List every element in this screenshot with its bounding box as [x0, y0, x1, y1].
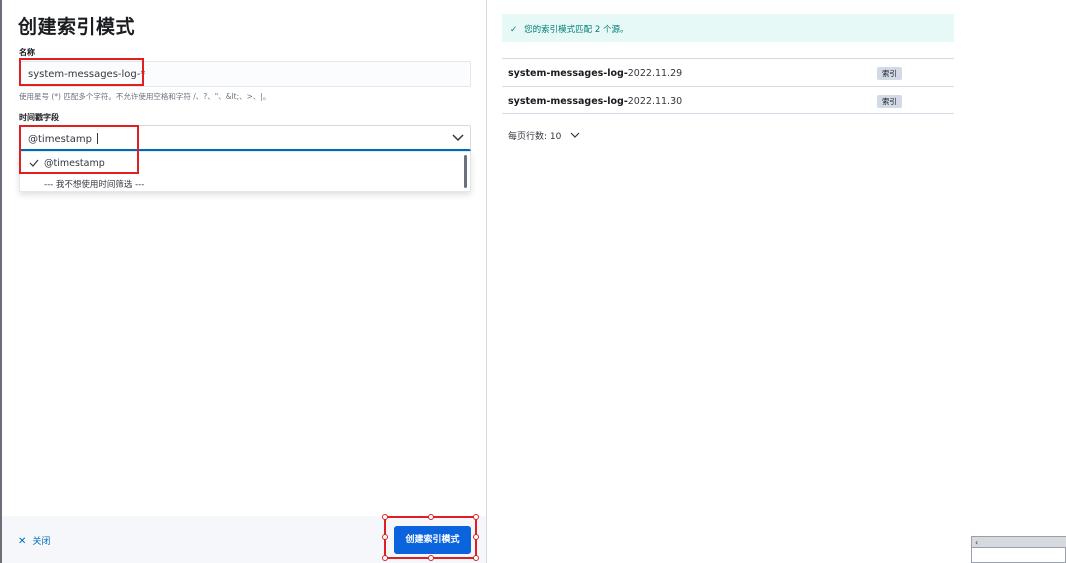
annotation-box-timestamp [19, 125, 139, 174]
close-button[interactable]: ✕ 关闭 [18, 534, 50, 547]
annotation-box-create [382, 514, 479, 561]
name-help-text: 使用星号 (*) 匹配多个字符。不允许使用空格和字符 /、?、"、&lt;、>、… [19, 92, 271, 101]
annotation-handle [473, 555, 479, 561]
arrow-left-icon[interactable]: ‹ [975, 537, 978, 548]
annotation-handle [382, 555, 388, 561]
close-icon: ✕ [18, 536, 27, 547]
close-label: 关闭 [32, 537, 51, 547]
annotation-handle [473, 534, 479, 540]
check-icon: ✓ [510, 25, 518, 35]
panel-divider [486, 0, 487, 563]
annotation-handle [473, 514, 479, 520]
source-name-match: system-messages-log- [508, 68, 628, 79]
annotation-handle [382, 534, 388, 540]
sources-table: system-messages-log-2022.11.29 索引 system… [502, 58, 954, 114]
table-row: system-messages-log-2022.11.29 索引 [502, 58, 954, 86]
match-success-callout: ✓ 您的索引模式匹配 2 个源。 [502, 14, 954, 42]
source-name: system-messages-log-2022.11.29 [508, 68, 682, 79]
option-label: --- 我不想使用时间筛选 --- [44, 180, 145, 190]
source-type-badge: 索引 [877, 67, 902, 80]
dropdown-scrollbar[interactable] [464, 155, 467, 188]
source-name-rest: 2022.11.30 [627, 96, 683, 107]
timestamp-field-label: 时间戳字段 [19, 113, 59, 122]
chevron-down-icon[interactable] [450, 131, 466, 145]
timestamp-option-none[interactable]: --- 我不想使用时间筛选 --- [20, 174, 460, 194]
chevron-down-icon[interactable] [569, 130, 581, 140]
annotation-handle [428, 555, 434, 561]
table-row: system-messages-log-2022.11.30 索引 [502, 86, 954, 114]
source-name-match: system-messages-log- [508, 96, 628, 107]
source-type-badge: 索引 [877, 95, 902, 108]
page-title: 创建索引模式 [18, 16, 136, 38]
source-name-rest: 2022.11.29 [627, 68, 683, 79]
annotation-handle [428, 514, 434, 520]
source-name: system-messages-log-2022.11.30 [508, 96, 682, 107]
rows-per-page-button[interactable]: 每页行数: 10 [508, 129, 561, 142]
success-message: 您的索引模式匹配 2 个源。 [524, 25, 629, 35]
annotation-handle [382, 514, 388, 520]
horizontal-scrollbar[interactable]: ‹ [972, 537, 1066, 548]
create-index-pattern-flyout: 创建索引模式 名称 system-messages-log-* 使用星号 (*)… [0, 0, 486, 563]
name-label: 名称 [19, 48, 35, 57]
partial-window-scrollbar: ‹ [971, 536, 1066, 563]
annotation-box-name [19, 58, 144, 86]
